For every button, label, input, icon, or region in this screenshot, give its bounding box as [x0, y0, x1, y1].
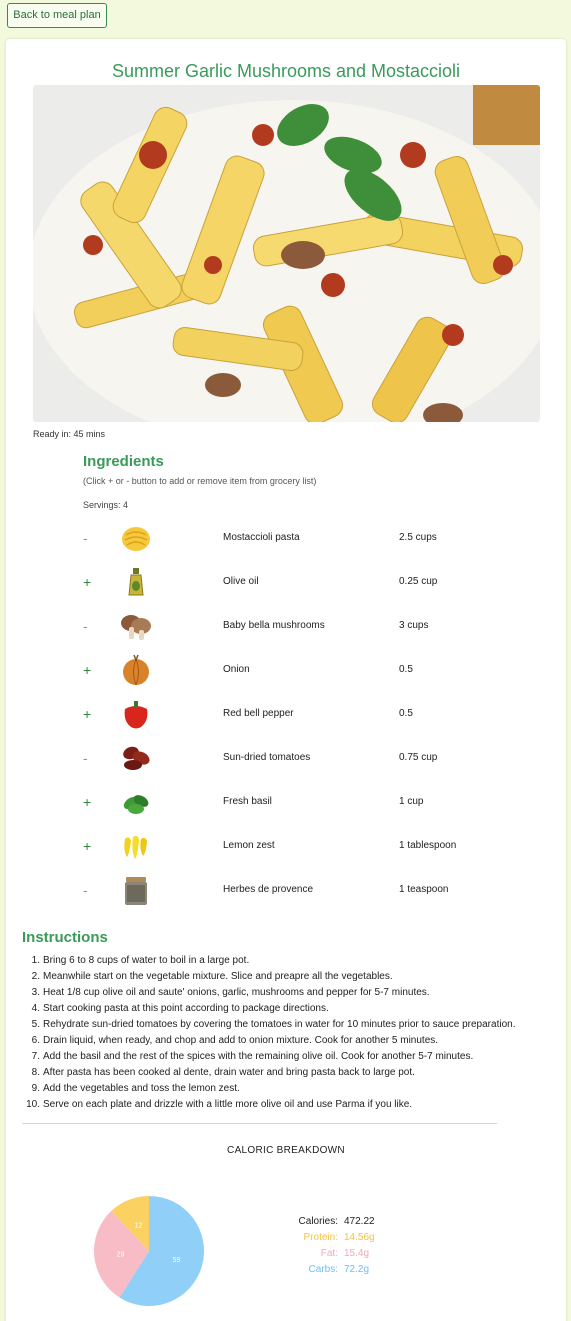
- ingredient-row: + Red bell pepper 0.5: [83, 694, 503, 734]
- ingredient-name: Onion: [223, 664, 250, 675]
- ingredient-row: - Mostaccioli pasta 2.5 cups: [83, 518, 503, 558]
- instruction-text: After pasta has been cooked al dente, dr…: [43, 1067, 415, 1078]
- ingredient-row: + Fresh basil 1 cup: [83, 782, 503, 822]
- pie-svg: 59 29 12: [94, 1196, 204, 1306]
- servings-count: Servings: 4: [83, 500, 129, 510]
- legend-value: 15.4g: [344, 1248, 370, 1259]
- pasta-icon: [122, 527, 150, 551]
- ingredient-row: - Herbes de provence 1 teaspoon: [83, 870, 503, 910]
- legend-label: Fat:: [320, 1248, 338, 1259]
- instruction-text: Rehydrate sun-dried tomatoes by covering…: [43, 1019, 516, 1030]
- pie-data-label: 12: [135, 1222, 143, 1229]
- remove-from-grocery-button[interactable]: -: [83, 618, 97, 634]
- instruction-step: 7. Add the basil and the rest of the spic…: [31, 1051, 474, 1062]
- add-to-grocery-button[interactable]: +: [83, 574, 97, 590]
- add-to-grocery-button[interactable]: +: [83, 838, 97, 854]
- red-pepper-icon: [124, 701, 148, 729]
- spice-jar-icon: [125, 877, 147, 905]
- remove-from-grocery-button[interactable]: -: [83, 530, 97, 546]
- legend-row-protein: Protein: 14.56g: [276, 1230, 416, 1246]
- legend-row-calories: Calories: 472.22: [276, 1214, 416, 1230]
- instruction-text: Add the vegetables and toss the lemon ze…: [43, 1083, 240, 1094]
- ingredients-heading: Ingredients: [83, 453, 164, 470]
- instruction-step: 10. Serve on each plate and drizzle with …: [26, 1099, 413, 1110]
- pie-data-label: 29: [117, 1252, 125, 1259]
- legend-value: 72.2g: [344, 1264, 370, 1275]
- recipe-photo: [33, 85, 540, 422]
- basil-icon: [123, 795, 149, 814]
- section-divider: [22, 1123, 497, 1124]
- ready-in-time: Ready in: 45 mins: [33, 429, 106, 439]
- ingredient-quantity: 1 cup: [399, 796, 424, 807]
- sun-dried-tomato-icon: [123, 746, 150, 770]
- remove-from-grocery-button[interactable]: -: [83, 750, 97, 766]
- instruction-text: Meanwhile start on the vegetable mixture…: [43, 971, 393, 982]
- legend-label: Calories:: [298, 1216, 338, 1227]
- instructions-list: 1. Bring 6 to 8 cups of water to boil in …: [22, 953, 562, 1113]
- instruction-step: 4. Start cooking pasta at this point acco…: [31, 1003, 329, 1014]
- ingredients-hint: (Click + or - button to add or remove it…: [83, 476, 317, 486]
- ingredient-name: Fresh basil: [223, 796, 272, 807]
- mushroom-icon: [121, 615, 151, 640]
- instruction-step: 8. After pasta has been cooked al dente, …: [31, 1067, 415, 1078]
- legend-row-fat: Fat: 15.4g: [276, 1246, 416, 1262]
- ingredient-name: Mostaccioli pasta: [223, 532, 300, 543]
- instruction-text: Add the basil and the rest of the spices…: [43, 1051, 474, 1062]
- recipe-title: Summer Garlic Mushrooms and Mostaccioli: [111, 61, 461, 81]
- legend-row-carbs: Carbs: 72.2g: [276, 1262, 416, 1278]
- ingredient-row: - Sun-dried tomatoes 0.75 cup: [83, 738, 503, 778]
- back-to-meal-plan-button[interactable]: Back to meal plan: [7, 3, 107, 28]
- ingredient-row: - Baby bella mushrooms 3 cups: [83, 606, 503, 646]
- caloric-pie-chart: 59 29 12: [93, 1195, 205, 1307]
- ingredient-row: + Lemon zest 1 tablespoon: [83, 826, 503, 866]
- pie-data-label: 59: [173, 1257, 181, 1264]
- instruction-step: 5. Rehydrate sun-dried tomatoes by coveri…: [31, 1019, 516, 1030]
- legend-label: Carbs:: [308, 1264, 338, 1275]
- instruction-step: 2. Meanwhile start on the vegetable mixtu…: [31, 971, 393, 982]
- ingredient-quantity: 1 teaspoon: [399, 884, 449, 895]
- ingredient-quantity: 2.5 cups: [399, 532, 437, 543]
- legend-label: Protein:: [303, 1232, 338, 1243]
- ingredient-row: + Olive oil 0.25 cup: [83, 562, 503, 602]
- instruction-step: 9. Add the vegetables and toss the lemon …: [31, 1083, 240, 1094]
- onion-icon: [123, 654, 149, 686]
- add-to-grocery-button[interactable]: +: [83, 706, 97, 722]
- ingredient-quantity: 0.5: [399, 664, 413, 675]
- instructions-heading: Instructions: [22, 929, 108, 946]
- instruction-text: Heat 1/8 cup olive oil and saute' onions…: [43, 987, 430, 998]
- lemon-zest-icon: [124, 835, 147, 859]
- instruction-text: Start cooking pasta at this point accord…: [43, 1003, 329, 1014]
- instruction-step: 3. Heat 1/8 cup olive oil and saute' onio…: [31, 987, 430, 998]
- ingredient-quantity: 0.25 cup: [399, 576, 438, 587]
- ingredient-quantity: 0.5: [399, 708, 413, 719]
- instruction-step: 6. Drain liquid, when ready, and chop and…: [31, 1035, 439, 1046]
- ingredient-row: + Onion 0.5: [83, 650, 503, 690]
- ingredient-name: Lemon zest: [223, 840, 275, 851]
- add-to-grocery-button[interactable]: +: [83, 794, 97, 810]
- ingredient-name: Olive oil: [223, 576, 259, 587]
- add-to-grocery-button[interactable]: +: [83, 662, 97, 678]
- instruction-step: 1. Bring 6 to 8 cups of water to boil in …: [31, 955, 250, 966]
- remove-from-grocery-button[interactable]: -: [83, 882, 97, 898]
- recipe-card: Summer Garlic Mushrooms and Mostaccioli: [6, 39, 566, 1321]
- caloric-legend: Calories: 472.22 Protein: 14.56g Fat: 15…: [276, 1214, 416, 1278]
- caloric-breakdown-title: CALORIC BREAKDOWN: [227, 1145, 345, 1156]
- ingredient-name: Sun-dried tomatoes: [223, 752, 311, 763]
- olive-oil-icon: [128, 568, 144, 596]
- instruction-text: Drain liquid, when ready, and chop and a…: [43, 1035, 439, 1046]
- ingredient-name: Baby bella mushrooms: [223, 620, 325, 631]
- legend-value: 14.56g: [344, 1232, 375, 1243]
- legend-value: 472.22: [344, 1216, 375, 1227]
- ingredient-name: Red bell pepper: [223, 708, 294, 719]
- ingredient-quantity: 1 tablespoon: [399, 840, 457, 851]
- instruction-text: Bring 6 to 8 cups of water to boil in a …: [43, 955, 250, 966]
- ingredient-name: Herbes de provence: [223, 884, 314, 895]
- ingredient-quantity: 3 cups: [399, 620, 429, 631]
- instruction-text: Serve on each plate and drizzle with a l…: [43, 1099, 413, 1110]
- ingredient-quantity: 0.75 cup: [399, 752, 438, 763]
